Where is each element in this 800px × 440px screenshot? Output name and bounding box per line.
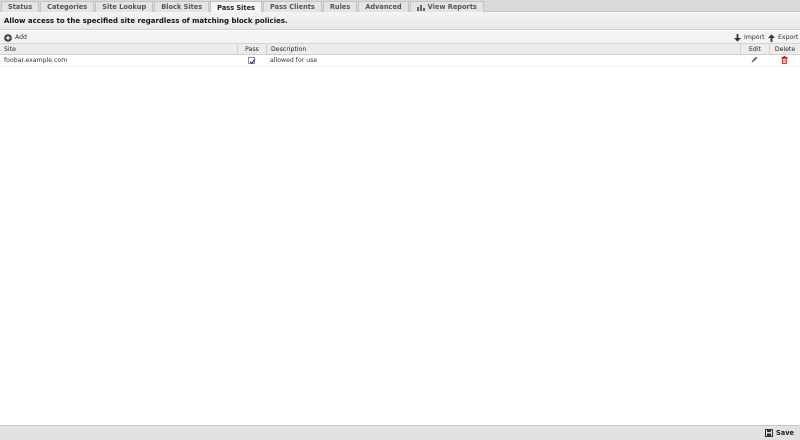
checkmark-icon [249,58,256,65]
description-cell: allowed for use [270,57,318,64]
tab-rules[interactable]: Rules [322,1,358,12]
tab-label: Pass Sites [217,3,255,12]
grid-toolbar: Add Import Export [0,31,800,44]
tab-view-reports[interactable]: View Reports [409,1,484,12]
table-row[interactable]: foobar.example.com allowed for use [0,55,800,67]
column-header-edit: Edit [740,44,769,54]
tab-status[interactable]: Status [1,1,40,12]
export-button[interactable]: Export [768,33,798,42]
tab-categories[interactable]: Categories [40,1,95,12]
delete-cell [769,55,800,66]
grid-header: Site Pass Description Edit Delete [0,44,800,55]
tab-label: Site Lookup [102,3,147,11]
tab-label: Pass Clients [269,3,315,11]
import-label: Import [744,34,765,41]
tab-label: Block Sites [161,3,203,11]
import-button[interactable]: Import [734,33,765,42]
tab-site-lookup[interactable]: Site Lookup [95,1,154,12]
arrow-up-icon [768,33,775,42]
tab-label: View Reports [427,3,477,11]
add-circle-icon [4,33,12,42]
add-label: Add [15,34,27,41]
trash-icon[interactable] [781,56,788,65]
add-button[interactable]: Add [4,33,27,42]
edit-cell [740,55,769,66]
save-label: Save [776,429,794,437]
pass-sites-grid: Site Pass Description Edit Delete foobar… [0,44,800,67]
column-header-delete: Delete [769,44,800,54]
tab-label: Rules [329,3,351,11]
tab-block-sites[interactable]: Block Sites [154,1,210,12]
export-label: Export [778,34,799,41]
pass-cell [237,55,266,66]
save-button[interactable]: Save [765,429,794,437]
tab-pass-clients[interactable]: Pass Clients [262,1,322,12]
tab-advanced[interactable]: Advanced [358,1,409,12]
description-bar: Allow access to the specified site regar… [0,12,800,30]
arrow-down-icon [734,33,741,42]
pass-checkbox[interactable] [248,57,256,65]
column-header-site[interactable]: Site [0,44,237,54]
column-header-pass[interactable]: Pass [237,44,266,54]
site-cell: foobar.example.com [4,57,68,64]
footer-bar: Save [0,425,800,440]
floppy-disk-icon [765,429,774,437]
tab-label: Advanced [365,3,402,11]
tab-label: Status [8,3,33,11]
page-description: Allow access to the specified site regar… [4,17,288,25]
tab-label: Categories [47,3,88,11]
chart-icon [416,4,425,11]
tab-bar: Status Categories Site Lookup Block Site… [0,0,800,13]
column-header-description[interactable]: Description [266,44,740,54]
pencil-icon[interactable] [751,56,758,63]
